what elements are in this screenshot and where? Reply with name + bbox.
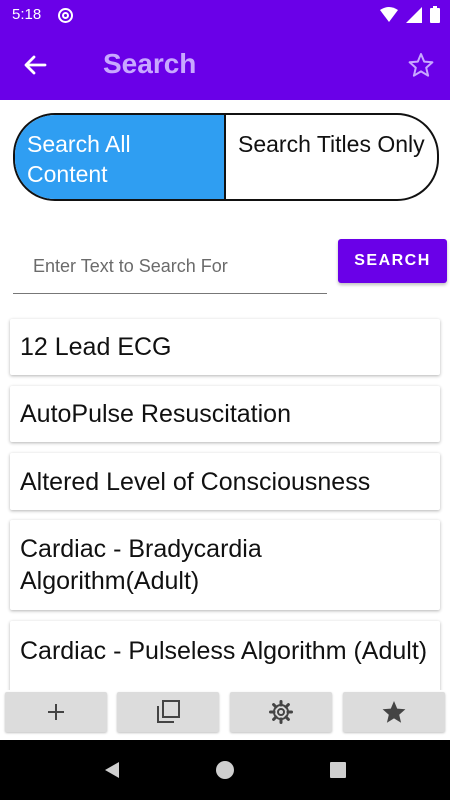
page-title: Search [103,48,197,79]
search-titles-only-option[interactable]: Search Titles Only [226,115,437,199]
wifi-icon [380,6,398,22]
search-mode-toggle: Search All Content Search Titles Only [13,113,439,201]
bottom-toolbar [0,690,450,738]
list-item[interactable]: Cardiac - Bradycardia Algorithm(Adult) [10,520,440,610]
copy-icon [157,700,180,723]
star-outline-icon[interactable] [408,52,434,78]
signal-icon [406,6,422,23]
app-bar: Search [0,30,450,100]
system-nav-bar [0,740,450,800]
list-item-title: Cardiac - Pulseless Algorithm (Adult) [20,637,428,665]
plus-icon [48,704,64,720]
results-list: 12 Lead ECG AutoPulse Resuscitation Alte… [0,316,450,690]
list-item[interactable]: Altered Level of Consciousness [10,453,440,510]
arrow-left-icon[interactable] [22,52,48,78]
list-item-title: AutoPulse Resuscitation [20,400,291,428]
status-time: 5:18 [12,6,42,23]
home-circle-icon[interactable] [215,760,235,780]
add-button[interactable] [5,692,107,732]
list-item-title: Cardiac - Bradycardia Algorithm(Adult) [20,535,262,595]
search-all-content-option[interactable]: Search All Content [15,115,226,199]
gear-icon [269,700,293,724]
battery-icon [430,6,440,23]
list-item-title: 12 Lead ECG [20,333,172,361]
back-triangle-icon[interactable] [102,760,122,780]
list-item[interactable]: Cardiac - Pulseless Algorithm (Adult) [10,621,440,690]
settings-button[interactable] [230,692,332,732]
at-icon [58,8,73,23]
search-input[interactable] [13,240,327,294]
list-item-title: Altered Level of Consciousness [20,467,371,496]
search-button[interactable]: SEARCH [338,239,447,283]
status-bar: 5:18 [0,0,450,30]
list-item[interactable]: 12 Lead ECG [10,319,440,375]
copy-button[interactable] [117,692,219,732]
favorites-button[interactable] [343,692,445,732]
star-icon [382,701,406,723]
list-item[interactable]: AutoPulse Resuscitation [10,386,440,442]
recents-square-icon[interactable] [328,760,348,780]
